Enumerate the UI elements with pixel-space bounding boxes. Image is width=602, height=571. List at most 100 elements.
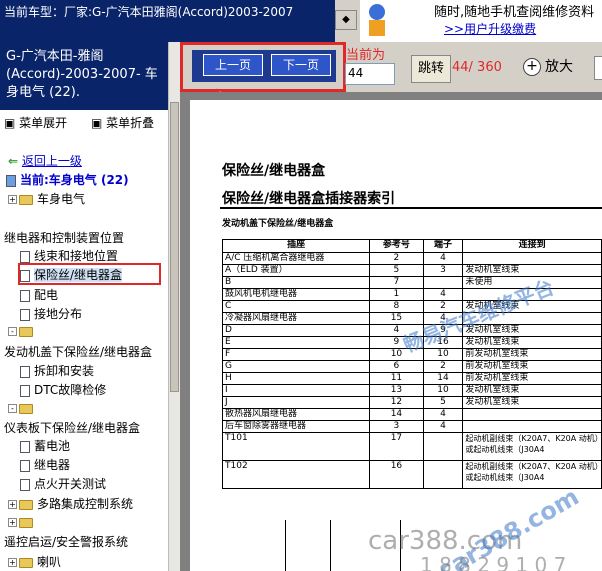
back-link[interactable]: ⇐ 返回上一级 xyxy=(8,152,82,169)
zoom-in-button[interactable]: + 放大 xyxy=(523,56,585,80)
tree-item[interactable]: 遥控启运/安全警报系统 xyxy=(4,533,128,550)
expand-toggle-icon[interactable]: - xyxy=(8,404,17,413)
table-header-cell: 参考号 xyxy=(369,239,424,253)
tree-item[interactable]: 发动机盖下保险丝/继电器盒 xyxy=(4,343,152,360)
scroll-thumb[interactable] xyxy=(170,102,179,392)
nav-highlight-frame xyxy=(180,42,346,92)
table-cell: 鼓风机电机继电器 xyxy=(221,288,371,301)
tree-item[interactable]: 继电器和控制装置位置 xyxy=(4,229,124,246)
tree-item[interactable]: 接地分布 xyxy=(20,305,82,322)
table-cell xyxy=(422,276,464,289)
tree-item[interactable]: + 喇叭 xyxy=(8,553,61,570)
table-cell: I xyxy=(221,384,371,397)
table-cell: F xyxy=(221,348,371,361)
table-cell: 5 xyxy=(369,264,424,277)
wire-line xyxy=(285,520,286,571)
document-icon xyxy=(20,384,30,397)
table-cell: 10 xyxy=(422,384,464,397)
table-cell: J xyxy=(221,396,371,409)
tree-item[interactable]: + 多路集成控制系统 xyxy=(8,495,133,512)
menu-collapse-button[interactable]: ▣ 菜单折叠 xyxy=(91,116,164,130)
table-cell xyxy=(462,420,602,433)
table-cell: 2 xyxy=(422,360,464,373)
menu-expand-button[interactable]: ▣ 菜单展开 xyxy=(4,116,77,130)
table-cell: 发动机室线束 xyxy=(462,264,602,277)
tree-item[interactable]: 点火开关测试 xyxy=(20,475,106,492)
advert-banner[interactable]: 随时,随地手机查阅维修资料 >>用户升级缴费 xyxy=(360,0,602,42)
table-cell: 6 xyxy=(369,360,424,373)
table-cell: 11 xyxy=(369,372,424,385)
table-cell: 发动机室线束 xyxy=(462,384,602,397)
table-row: 冷凝器风扇继电器 15 4 xyxy=(221,312,602,325)
tree-item[interactable]: 继电器 xyxy=(20,456,70,473)
table-header-cell: 连接到 xyxy=(462,239,602,253)
folder-icon xyxy=(19,194,33,205)
table-cell: G xyxy=(221,360,371,373)
left-scrollbar[interactable] xyxy=(168,42,180,571)
page-number-input[interactable]: 44 xyxy=(345,63,395,85)
table-header-cell: 端子 xyxy=(422,239,464,253)
table-cell: 13 xyxy=(369,384,424,397)
toolbar-overflow-button[interactable] xyxy=(594,56,602,80)
tree-item[interactable]: 仪表板下保险丝/继电器盒 xyxy=(4,419,140,436)
table-row: T102 16 起动机副线束（K20A7、K20A 动机）或起动机线束（J30A4 xyxy=(221,460,602,489)
table-cell: 1 xyxy=(369,288,424,301)
table-cell: 4 xyxy=(422,288,464,301)
table-cell: 3 xyxy=(422,264,464,277)
tree-item[interactable]: + xyxy=(8,515,37,529)
table-cell xyxy=(422,432,464,461)
expand-toggle-icon[interactable]: + xyxy=(8,518,17,527)
table-cell: 17 xyxy=(369,432,424,461)
table-row: T101 17 起动机副线束（K20A7、K20A 动机）或起动机线束（J30A4 xyxy=(221,432,602,461)
folder-icon xyxy=(19,403,33,414)
table-row: J 12 5 发动机室线束 xyxy=(221,396,602,409)
table-row: 散热器风扇继电器 14 4 xyxy=(221,408,602,421)
menu-toggle-row: ▣ 菜单展开 ▣ 菜单折叠 xyxy=(0,110,168,135)
table-cell: 4 xyxy=(422,420,464,433)
tree-item[interactable]: 蓄电池 xyxy=(20,437,70,454)
page-total: 44/ 360 xyxy=(452,60,502,75)
expand-toggle-icon[interactable]: - xyxy=(8,327,17,336)
table-row: I 13 10 发动机室线束 xyxy=(221,384,602,397)
table-cell: A/C 压缩机离合器继电器 xyxy=(221,252,371,265)
upgrade-link[interactable]: >>用户升级缴费 xyxy=(444,20,536,37)
expand-toggle-icon[interactable]: + xyxy=(8,195,17,204)
tree-item[interactable]: 拆卸和安装 xyxy=(20,362,94,379)
tree-item[interactable]: + 车身电气 xyxy=(8,190,85,207)
document-icon xyxy=(20,440,30,453)
window-button[interactable]: ◆ xyxy=(335,10,357,30)
tree-item[interactable]: - xyxy=(8,324,37,338)
zoom-in-icon: + xyxy=(523,58,541,76)
document-icon xyxy=(20,459,30,472)
table-cell: H xyxy=(221,372,371,385)
vehicle-status-text: 当前车型：厂家:G-广汽本田雅阁(Accord)2003-2007 xyxy=(4,5,294,19)
folder-icon xyxy=(19,499,33,510)
vehicle-status-bar: 当前车型：厂家:G-广汽本田雅阁(Accord)2003-2007 xyxy=(0,0,335,42)
current-chapter: 当前:车身电气 (22) xyxy=(6,171,129,188)
table-row: A/C 压缩机离合器继电器 2 4 xyxy=(221,252,602,265)
table-cell: 起动机副线束（K20A7、K20A 动机）或起动机线束（J30A4 xyxy=(462,432,602,461)
back-arrow-icon: ⇐ xyxy=(8,154,19,168)
page-label: 当前为 xyxy=(346,48,386,63)
tree-item[interactable]: - xyxy=(8,401,37,415)
tree-item[interactable]: 配电 xyxy=(20,286,58,303)
table-cell: 前发动机室线束 xyxy=(462,372,602,385)
table-cell: 14 xyxy=(369,408,424,421)
table-cell: T101 xyxy=(221,432,371,461)
table-cell: 15 xyxy=(369,312,424,325)
expand-toggle-icon[interactable]: + xyxy=(8,558,17,567)
table-header-cell: 插座 xyxy=(221,239,371,253)
expand-toggle-icon[interactable]: + xyxy=(8,500,17,509)
selected-item-highlight xyxy=(18,263,161,285)
book-icon xyxy=(6,174,16,187)
table-row: G 6 2 前发动机室线束 xyxy=(221,360,602,373)
heading-rule xyxy=(220,207,602,209)
tree-item[interactable]: DTC故障检修 xyxy=(20,381,106,398)
goto-button[interactable]: 跳转 xyxy=(411,55,451,83)
mascot-icon xyxy=(369,4,385,36)
tree-item[interactable]: 线束和接地位置 xyxy=(20,247,118,264)
table-cell: 4 xyxy=(422,252,464,265)
table-cell: 后车窗除雾器继电器 xyxy=(221,420,371,433)
folder-icon xyxy=(19,326,33,337)
watermark-number: 1 8 8 2 9 1 0 7 xyxy=(420,553,567,571)
